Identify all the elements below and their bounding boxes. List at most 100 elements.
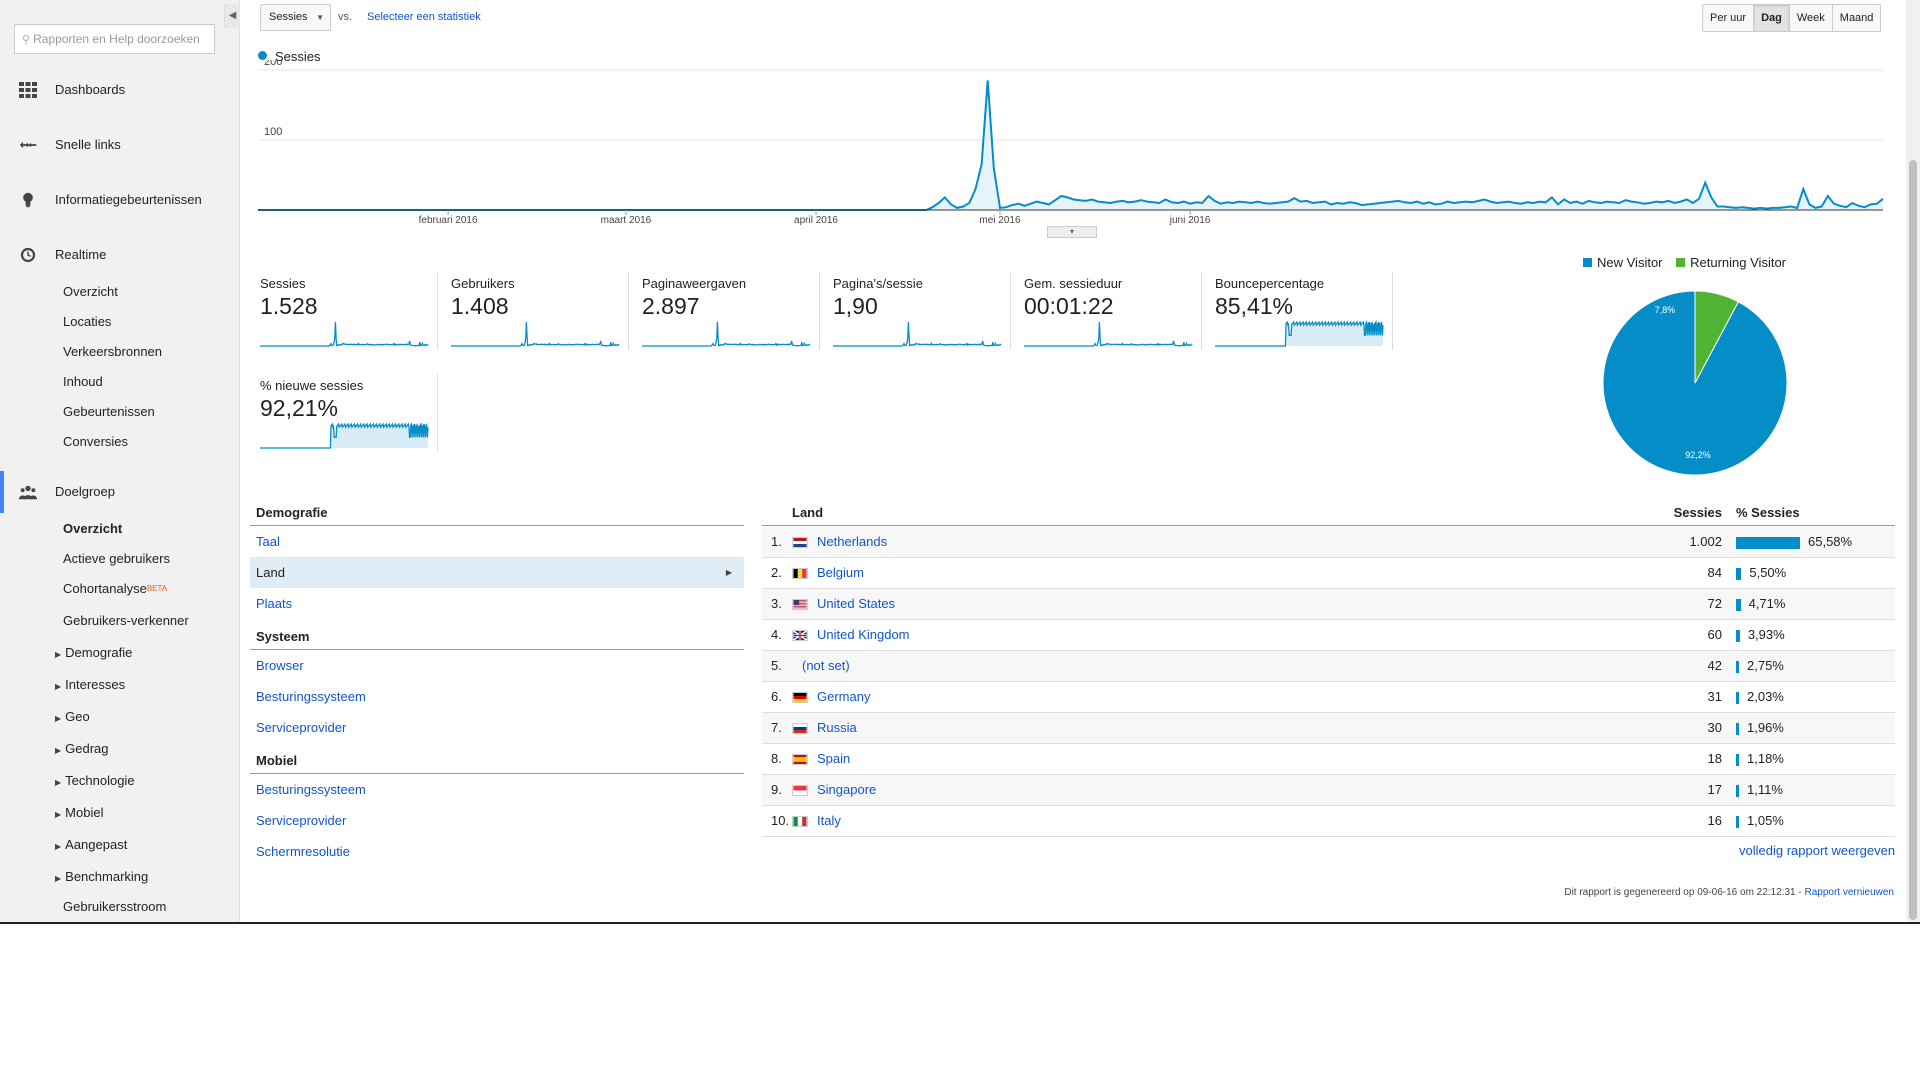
visitor-pie-chart[interactable]: 92,2% 7,8% (1600, 288, 1790, 478)
country-link[interactable]: Germany (817, 682, 870, 712)
sparkline (1215, 320, 1384, 347)
scorecard-paginaweergaven[interactable]: Paginaweergaven 2.897 (640, 272, 820, 354)
realtime-gebeurtenissen[interactable]: Gebeurtenissen (63, 402, 155, 422)
row-rank: 2. (771, 565, 782, 580)
table-row: 1. Netherlands 1.002 65,58% (762, 527, 1895, 558)
realtime-overzicht[interactable]: Overzicht (63, 282, 118, 302)
flag-be-icon (792, 568, 808, 579)
scorecard-label: Paginaweergaven (642, 276, 747, 291)
period-toggle: Per uur Dag Week Maand (1702, 4, 1882, 32)
scorecard-sessieduur[interactable]: Gem. sessieduur 00:01:22 (1022, 272, 1202, 354)
scorecard-sessies[interactable]: Sessies 1.528 (258, 272, 438, 354)
row-rank: 3. (771, 596, 782, 611)
audience-demografie[interactable]: ▶ Demografie (55, 643, 132, 663)
audience-geo[interactable]: ▶ Geo (55, 707, 90, 727)
realtime-conversies[interactable]: Conversies (63, 432, 128, 452)
nav-realtime[interactable]: Realtime (0, 240, 240, 270)
sparkline-line (642, 321, 811, 347)
cohort-label: Cohortanalyse (63, 581, 147, 596)
link-mobiel-serviceprovider[interactable]: Serviceprovider (250, 805, 744, 836)
expand-triangle-icon: ▶ (55, 810, 62, 819)
metric-select[interactable]: Sessies ▼ (260, 4, 331, 31)
scorecard-label: Gebruikers (451, 276, 515, 291)
audience-technologie[interactable]: ▶ Technologie (55, 771, 135, 791)
scorecard-nieuwe-sessies[interactable]: % nieuwe sessies 92,21% (258, 374, 438, 456)
sidebar: ◀ ⚲ Rapporten en Help doorzoeken Dashboar… (0, 0, 240, 922)
y-tick-label: 100 (264, 126, 282, 138)
share-bar (1736, 754, 1739, 766)
select-statistic-link[interactable]: Selecteer een statistiek (367, 11, 481, 23)
header-sessies[interactable]: Sessies (1674, 500, 1722, 526)
scorecard-bouncepercentage[interactable]: Bouncepercentage 85,41% (1213, 272, 1393, 354)
scorecard-paginas-per-sessie[interactable]: Pagina's/sessie 1,90 (831, 272, 1011, 354)
scorecard-gebruikers[interactable]: Gebruikers 1.408 (449, 272, 629, 354)
link-land[interactable]: Land ▶ (250, 557, 744, 588)
country-link[interactable]: Spain (817, 744, 850, 774)
country-link[interactable]: Russia (817, 713, 857, 743)
period-dag-button[interactable]: Dag (1754, 5, 1790, 31)
share-bar (1736, 816, 1739, 828)
country-link[interactable]: (not set) (802, 651, 850, 681)
link-land-label: Land (256, 565, 285, 580)
window-bottom-edge (0, 922, 1920, 924)
chart-resize-handle[interactable]: ▾ (1047, 226, 1097, 238)
audience-actieve-gebruikers[interactable]: Actieve gebruikers (63, 549, 170, 569)
collapse-sidebar-icon[interactable]: ◀ (224, 4, 240, 28)
audience-gebruikers-verkenner[interactable]: Gebruikers-verkenner (63, 611, 189, 631)
legend-new-visitor[interactable]: New Visitor (1597, 255, 1663, 270)
audience-benchmarking[interactable]: ▶ Benchmarking (55, 867, 148, 887)
expand-triangle-icon: ▶ (55, 842, 62, 851)
nav-snelle-links[interactable]: Snelle links (0, 130, 240, 160)
flag-es-icon (792, 754, 808, 765)
row-sessions: 72 (1707, 596, 1722, 611)
audience-gebruikersstroom[interactable]: Gebruikersstroom (63, 897, 166, 917)
country-link[interactable]: United States (817, 589, 895, 619)
scorecard-label: Gem. sessieduur (1024, 276, 1123, 291)
link-serviceprovider[interactable]: Serviceprovider (250, 712, 744, 743)
country-link[interactable]: United Kingdom (817, 620, 910, 650)
scrollbar-thumb[interactable] (1909, 160, 1917, 920)
country-link[interactable]: Italy (817, 806, 841, 836)
link-schermresolutie[interactable]: Schermresolutie (250, 836, 744, 867)
divider (1010, 272, 1011, 350)
period-week-button[interactable]: Week (1790, 5, 1833, 31)
full-report-link[interactable]: volledig rapport weergeven (1739, 843, 1895, 858)
audience-interesses[interactable]: ▶ Interesses (55, 675, 125, 695)
share-bar (1736, 599, 1741, 611)
divider (628, 272, 629, 350)
period-per-uur-button[interactable]: Per uur (1703, 5, 1755, 31)
sessions-line-chart[interactable]: 100 200 februari 2016 maart 2016 april 2016 m… (258, 60, 1883, 235)
audience-cohortanalyse[interactable]: CohortanalyseBETA (63, 579, 167, 599)
section-header-systeem: Systeem (250, 624, 744, 650)
audience-aangepast-label: Aangepast (65, 837, 128, 852)
country-link[interactable]: Singapore (817, 775, 876, 805)
period-maand-button[interactable]: Maand (1833, 5, 1881, 31)
refresh-report-link[interactable]: Rapport vernieuwen (1805, 887, 1895, 898)
country-link[interactable]: Belgium (817, 558, 864, 588)
vs-label: vs. (338, 11, 353, 23)
page-scrollbar[interactable] (1906, 0, 1920, 922)
nav-dashboards[interactable]: Dashboards (0, 75, 240, 105)
flag-nl-icon (792, 537, 808, 548)
link-besturingssysteem[interactable]: Besturingssysteem (250, 681, 744, 712)
realtime-locaties[interactable]: Locaties (63, 312, 111, 332)
expand-triangle-icon: ▶ (55, 650, 62, 659)
link-mobiel-besturingssysteem[interactable]: Besturingssysteem (250, 774, 744, 805)
nav-informatiegebeurtenissen[interactable]: Informatiegebeurtenissen (0, 185, 240, 215)
table-row: 10. Italy 16 1,05% (762, 806, 1895, 837)
nav-doelgroep[interactable]: Doelgroep (0, 471, 240, 513)
country-link[interactable]: Netherlands (817, 527, 887, 557)
audience-overzicht[interactable]: Overzicht (63, 519, 122, 539)
legend-returning-visitor[interactable]: Returning Visitor (1690, 255, 1786, 270)
realtime-verkeersbronnen[interactable]: Verkeersbronnen (63, 342, 162, 362)
audience-gedrag[interactable]: ▶ Gedrag (55, 739, 109, 759)
audience-mobiel[interactable]: ▶ Mobiel (55, 803, 103, 823)
clock-icon (20, 247, 36, 263)
realtime-inhoud[interactable]: Inhoud (63, 372, 103, 392)
audience-aangepast[interactable]: ▶ Aangepast (55, 835, 128, 855)
link-plaats[interactable]: Plaats (250, 588, 744, 619)
link-browser[interactable]: Browser (250, 650, 744, 681)
link-taal[interactable]: Taal (250, 526, 744, 557)
nav-realtime-label: Realtime (55, 247, 107, 262)
search-input[interactable]: ⚲ Rapporten en Help doorzoeken (14, 24, 215, 54)
